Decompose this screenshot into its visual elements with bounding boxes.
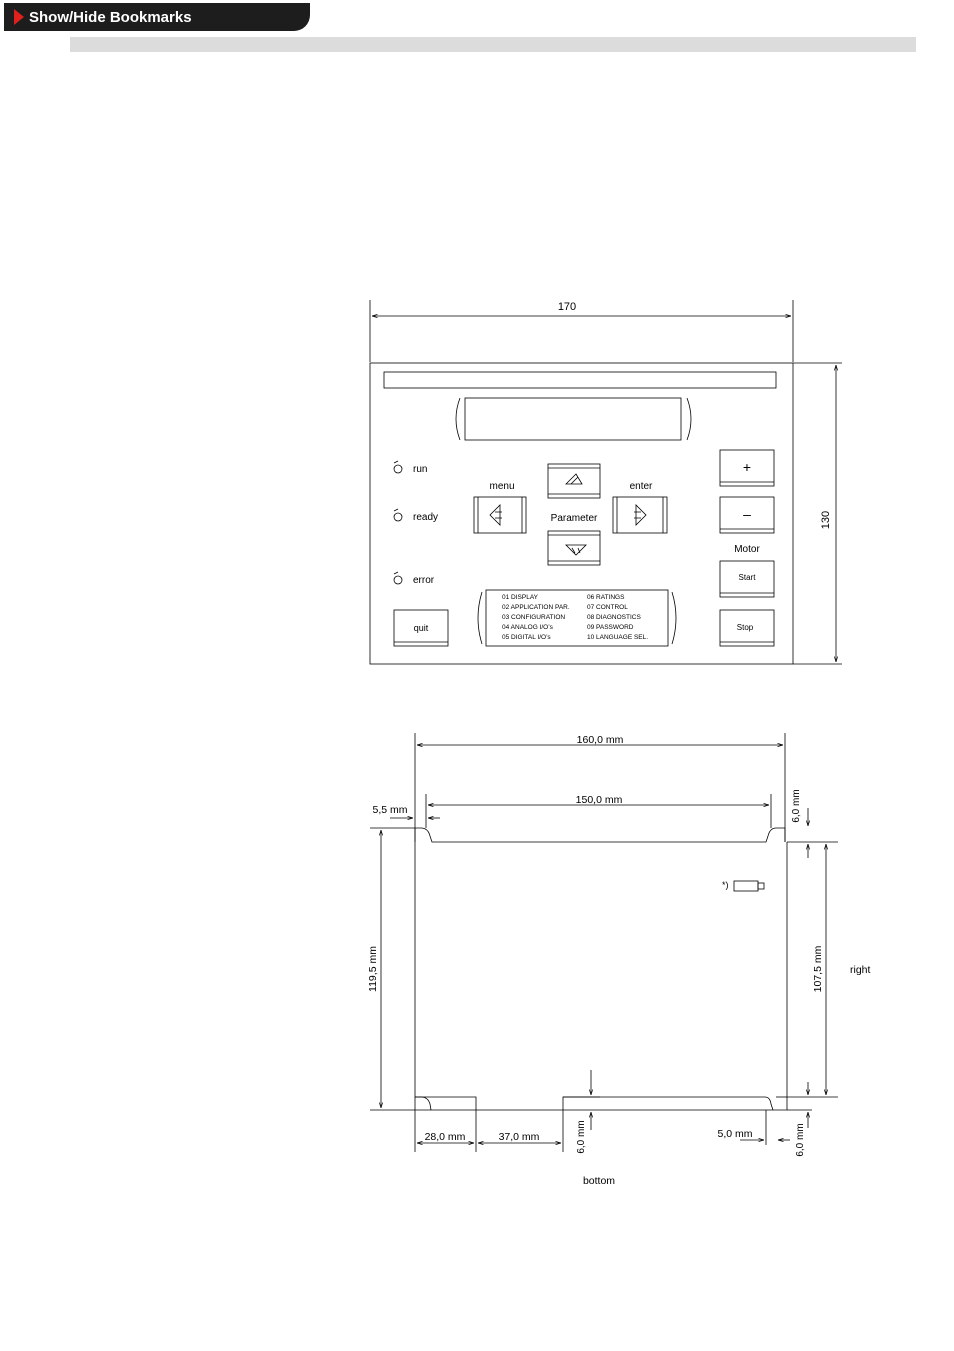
connector-icon (733, 880, 759, 892)
menu-item-07: 07 CONTROL (587, 604, 628, 611)
menu-item-03: 03 CONFIGURATION (502, 614, 565, 621)
dim-5-5-label: 5,5 mm (372, 804, 407, 816)
dim-119-5-label: 119,5 mm (367, 946, 379, 992)
top-label-strip (383, 371, 777, 389)
menu-label: menu (489, 481, 514, 492)
menu-item-08: 08 DIAGNOSTICS (587, 614, 641, 621)
right-view-label: right (850, 964, 871, 976)
dim-6-bottom-label: 6,0 mm (576, 1120, 587, 1153)
motor-label: Motor (734, 544, 760, 555)
bottom-view-label: bottom (583, 1175, 615, 1187)
led-run (393, 460, 403, 474)
width-dimension: 170 (558, 301, 576, 313)
stop-button-label: Stop (737, 623, 754, 632)
lcd-display (464, 397, 682, 441)
dim-37-label: 37,0 mm (499, 1131, 540, 1143)
height-dimension: 130 (820, 511, 832, 529)
dim-6-br-label: 6,0 mm (795, 1123, 806, 1156)
menu-item-02: 02 APPLICATION PAR. (502, 604, 570, 611)
plus-button-label: + (743, 459, 751, 475)
minus-button-label: – (743, 506, 751, 522)
led-ready-label: ready (413, 512, 438, 523)
led-run-label: run (413, 464, 427, 475)
start-button-label: Start (739, 573, 757, 582)
led-error-label: error (413, 575, 435, 586)
menu-item-10: 10 LANGUAGE SEL. (587, 634, 648, 641)
footnote-marker: *) (722, 880, 729, 890)
dim-28-label: 28,0 mm (425, 1131, 466, 1143)
menu-item-04: 04 ANALOG I/O’s (502, 624, 554, 631)
enter-label: enter (630, 481, 653, 492)
left-arrow-icon (489, 504, 502, 526)
menu-item-09: 09 PASSWORD (587, 624, 634, 631)
menu-item-01: 01 DISPLAY (502, 594, 539, 601)
dim-5-label: 5,0 mm (717, 1128, 752, 1140)
dim-6-top-label: 6,0 mm (791, 789, 802, 822)
down-arrow-icon (565, 544, 587, 556)
up-arrow-icon (565, 473, 583, 485)
dim-160-label: 160,0 mm (577, 734, 624, 746)
quit-button-label: quit (414, 623, 429, 633)
parameter-label: Parameter (551, 513, 598, 524)
dim-107-5-label: 107,5 mm (812, 945, 824, 992)
menu-item-06: 06 RATINGS (587, 594, 625, 601)
right-arrow-icon (634, 504, 647, 526)
menu-item-05: 05 DIGITAL I/O’s (502, 634, 551, 641)
cutout-outline (414, 827, 788, 1111)
led-error (393, 571, 403, 585)
led-ready (393, 508, 403, 522)
technical-drawing: 170 130 run ready error menu enter Param… (367, 300, 871, 1187)
dim-150-label: 150,0 mm (576, 794, 623, 806)
